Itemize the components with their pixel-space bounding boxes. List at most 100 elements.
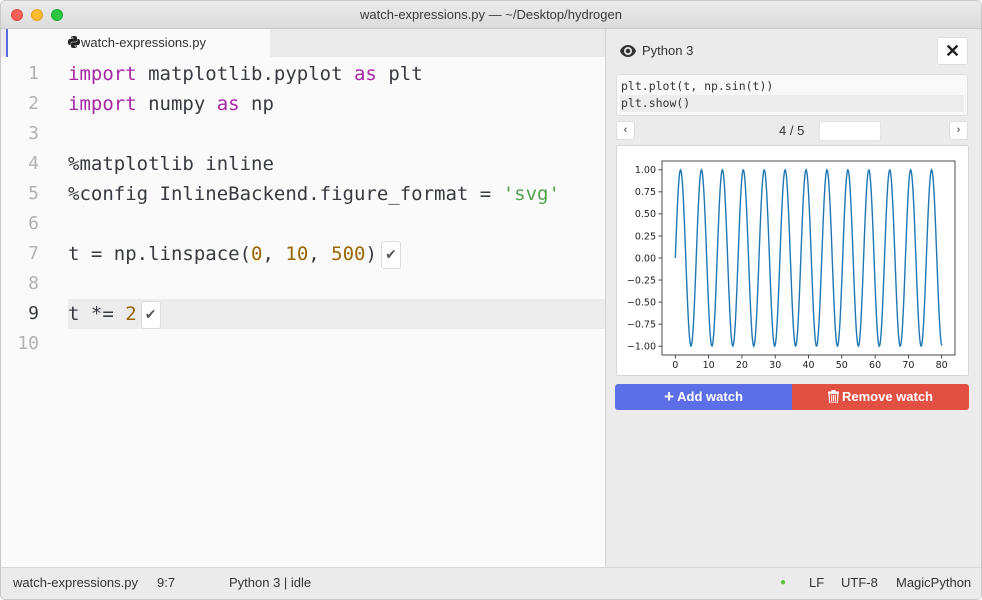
result-check-icon[interactable]: ✔ [380, 240, 401, 269]
keyword: import [68, 63, 137, 85]
x-tick-label: 40 [802, 360, 814, 371]
status-bar: watch-expressions.py 9:7 Python 3 | idle… [1, 567, 981, 599]
code-line-2[interactable]: import numpy as np [68, 89, 605, 119]
code-line-4[interactable]: %matplotlib inline [68, 149, 605, 179]
status-cursor-position[interactable]: 9:7 [157, 568, 175, 598]
watch-sidebar: Python 3 ✕ plt.plot(t, np.sin(t)) plt.sh… [605, 29, 981, 567]
code-text: np [239, 93, 274, 115]
y-tick-label: −0.50 [627, 297, 656, 308]
title-bar: watch-expressions.py — ~/Desktop/hydroge… [1, 1, 981, 29]
remove-watch-button[interactable]: Remove watch [792, 384, 969, 410]
code-text: t *= [68, 303, 126, 325]
sine-plot: 0 10 20 30 40 50 60 70 80 −1.00 −0.75 −0.50 −0.25 0.0… [627, 160, 956, 371]
window-title: watch-expressions.py — ~/Desktop/hydroge… [360, 7, 622, 22]
x-tick-label: 60 [869, 360, 881, 371]
line-number: 3 [28, 123, 39, 144]
line-number: 1 [28, 63, 39, 84]
line-number: 4 [28, 153, 39, 174]
y-tick-label: 1.00 [635, 165, 656, 176]
code-text: , [262, 243, 286, 265]
history-pager: ‹ 4 / 5 › [616, 121, 968, 141]
tab-watch-expressions[interactable]: watch-expressions.py [6, 29, 270, 57]
page-input[interactable] [819, 121, 881, 141]
code-line-5[interactable]: %config InlineBackend.figure_format = 's… [68, 179, 605, 209]
status-dot-icon: ● [780, 577, 787, 588]
y-tick-label: −1.00 [627, 341, 656, 352]
y-tick-label: −0.25 [627, 275, 656, 286]
code-line-3[interactable] [68, 119, 605, 149]
code-text: %config InlineBackend.figure_format = [68, 183, 503, 205]
line-number: 5 [28, 183, 39, 204]
line-number: 10 [17, 333, 39, 354]
close-watch-button[interactable]: ✕ [937, 37, 968, 65]
editor-pane: watch-expressions.py 1 2 3 4 5 6 7 8 9 1… [1, 29, 605, 567]
trash-icon [827, 390, 839, 404]
code-line-7[interactable]: t = np.linspace(0, 10, 500) ✔ [68, 239, 605, 269]
code-line-9[interactable]: t *= 2 ✔ [68, 299, 605, 329]
string-literal: 'svg' [502, 183, 560, 205]
tab-label: watch-expressions.py [81, 35, 206, 50]
kernel-label: Python 3 [642, 43, 694, 58]
prev-result-button[interactable]: ‹ [616, 121, 635, 140]
line-number-active: 9 [28, 303, 39, 324]
add-watch-label: Add watch [677, 389, 743, 404]
code-text: plt [376, 63, 423, 85]
add-watch-button[interactable]: + Add watch [615, 384, 792, 410]
number-literal: 500 [331, 243, 366, 265]
status-encoding[interactable]: UTF-8 [841, 568, 878, 598]
number-literal: 2 [125, 303, 137, 325]
expression-line: plt.plot(t, np.sin(t)) [621, 79, 774, 93]
expression-line: plt.show() [620, 95, 964, 112]
python-icon [68, 36, 80, 48]
result-check-icon[interactable]: ✔ [140, 300, 161, 329]
tab-bar: watch-expressions.py [1, 29, 605, 57]
status-file[interactable]: watch-expressions.py [13, 568, 138, 598]
line-number: 2 [28, 93, 39, 114]
code-line-8[interactable] [68, 269, 605, 299]
keyword: as [216, 93, 240, 115]
close-window-button[interactable] [11, 9, 23, 21]
y-tick-label: 0.50 [635, 209, 656, 220]
x-tick-label: 70 [902, 360, 914, 371]
watch-header: Python 3 [620, 43, 693, 58]
y-tick-label: 0.25 [635, 231, 656, 242]
plus-icon: + [664, 387, 675, 406]
code-editor[interactable]: import matplotlib.pyplot as plt import n… [68, 59, 605, 359]
x-tick-label: 10 [703, 360, 715, 371]
eye-icon [620, 45, 636, 57]
code-text: numpy [136, 93, 217, 115]
code-text: , [308, 243, 332, 265]
next-result-button[interactable]: › [949, 121, 968, 140]
watch-expression-editor[interactable]: plt.plot(t, np.sin(t)) plt.show() [616, 74, 968, 116]
page-indicator: 4 / 5 [779, 123, 805, 138]
y-tick-label: −0.75 [627, 319, 656, 330]
status-grammar[interactable]: MagicPython [896, 568, 971, 598]
minimize-window-button[interactable] [31, 9, 43, 21]
line-number: 6 [28, 213, 39, 234]
zoom-window-button[interactable] [51, 9, 63, 21]
x-tick-label: 30 [769, 360, 781, 371]
keyword: import [68, 93, 137, 115]
status-kernel[interactable]: Python 3 | idle [229, 568, 311, 598]
status-line-ending[interactable]: LF [809, 568, 824, 598]
number-literal: 10 [285, 243, 309, 265]
line-number: 7 [28, 243, 39, 264]
code-text: %matplotlib inline [68, 153, 274, 175]
keyword: as [353, 63, 377, 85]
code-text: ) [365, 243, 377, 265]
code-line-6[interactable] [68, 209, 605, 239]
app-window: watch-expressions.py — ~/Desktop/hydroge… [0, 0, 982, 600]
plot-output: 0 10 20 30 40 50 60 70 80 −1.00 −0.75 −0.50 −0.25 0.0… [616, 145, 969, 376]
number-literal: 0 [251, 243, 263, 265]
x-tick-label: 20 [736, 360, 748, 371]
code-line-10[interactable] [68, 329, 605, 359]
x-tick-label: 50 [836, 360, 848, 371]
x-tick-label: 0 [672, 360, 678, 371]
line-number-gutter: 1 2 3 4 5 6 7 8 9 10 [1, 59, 51, 359]
y-tick-label: 0.75 [635, 187, 656, 198]
code-line-1[interactable]: import matplotlib.pyplot as plt [68, 59, 605, 89]
line-number: 8 [28, 273, 39, 294]
x-tick-label: 80 [936, 360, 948, 371]
code-text: t = np.linspace( [68, 243, 252, 265]
y-tick-label: 0.00 [635, 253, 656, 264]
